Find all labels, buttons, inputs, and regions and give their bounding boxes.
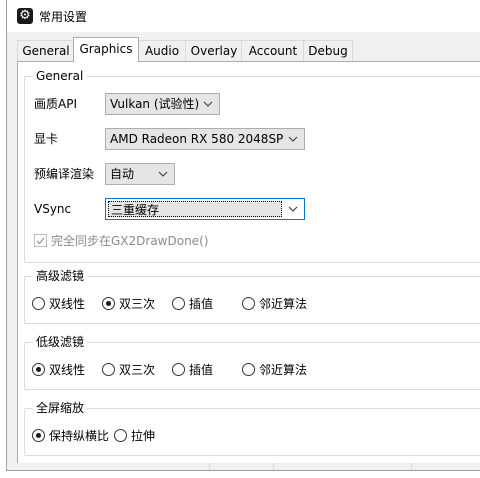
chevron-down-icon — [158, 171, 168, 177]
radio-label: 双三次 — [119, 297, 156, 311]
tab-general[interactable]: General — [17, 40, 75, 61]
general-group-title: General — [33, 69, 87, 83]
downscale-option-bilinear[interactable]: 双线性 — [32, 363, 85, 377]
chevron-down-icon — [288, 206, 298, 212]
precompile-select-value: 自动 — [110, 167, 135, 181]
upscale-option-nearest[interactable]: 邻近算法 — [242, 297, 307, 311]
divider — [273, 463, 274, 470]
chevron-down-icon — [203, 101, 213, 107]
fullscreen-scaling-group: 全屏缩放 保持纵横比 拉伸 — [24, 401, 480, 456]
upscale-filter-title: 高级滤镜 — [33, 269, 88, 283]
tab-debug[interactable]: Debug — [303, 40, 353, 61]
api-select[interactable]: Vulkan (试验性) — [105, 93, 220, 115]
radio-button[interactable] — [172, 297, 185, 310]
radio-label: 插值 — [189, 363, 214, 377]
window-title: 常用设置 — [39, 10, 88, 24]
upscale-filter-group: 高级滤镜 双线性 双三次 插值 邻近算法 — [24, 269, 480, 324]
radio-button[interactable] — [32, 297, 45, 310]
radio-button[interactable] — [32, 363, 45, 376]
chevron-down-icon — [288, 136, 298, 142]
tab-account[interactable]: Account — [241, 40, 305, 61]
gpu-select[interactable]: AMD Radeon RX 580 2048SP — [105, 128, 305, 150]
radio-label: 保持纵横比 — [49, 429, 110, 443]
settings-window: ⚙ 常用设置 General Graphics Audio Overlay Ac… — [6, 0, 480, 471]
upscale-option-bilinear[interactable]: 双线性 — [32, 297, 85, 311]
full-sync-checkbox-label: 完全同步在GX2DrawDone() — [51, 234, 209, 248]
precompile-select[interactable]: 自动 — [105, 163, 175, 185]
divider — [209, 463, 210, 470]
fullscreen-option-keep-aspect[interactable]: 保持纵横比 — [32, 429, 109, 443]
radio-button[interactable] — [102, 297, 115, 310]
radio-button[interactable] — [242, 297, 255, 310]
api-select-value: Vulkan (试验性) — [110, 97, 200, 111]
tab-bar: General Graphics Audio Overlay Account D… — [17, 37, 480, 62]
full-sync-checkbox-row[interactable]: 完全同步在GX2DrawDone() — [34, 234, 208, 248]
downscale-filter-group: 低级滤镜 双线性 双三次 插值 邻近算法 — [24, 335, 480, 390]
status-area — [7, 463, 480, 470]
precompile-label: 预编译渲染 — [34, 167, 95, 181]
radio-label: 双线性 — [49, 297, 86, 311]
vsync-select-value: 三重缓存 — [108, 201, 282, 217]
tab-graphics[interactable]: Graphics — [73, 37, 139, 62]
divider — [411, 463, 412, 470]
radio-label: 插值 — [189, 297, 214, 311]
tab-audio[interactable]: Audio — [137, 40, 187, 61]
gpu-label: 显卡 — [34, 132, 59, 146]
downscale-option-hermite[interactable]: 插值 — [172, 363, 213, 377]
graphics-panel: General 画质API Vulkan (试验性) 显卡 AMD Radeon… — [17, 61, 480, 465]
radio-label: 邻近算法 — [259, 363, 308, 377]
downscale-option-bicubic[interactable]: 双三次 — [102, 363, 155, 377]
title-bar[interactable]: ⚙ 常用设置 — [7, 0, 480, 32]
radio-label: 拉伸 — [131, 429, 156, 443]
downscale-filter-title: 低级滤镜 — [33, 335, 88, 349]
radio-button[interactable] — [114, 429, 127, 442]
radio-button[interactable] — [102, 363, 115, 376]
radio-label: 邻近算法 — [259, 297, 308, 311]
upscale-option-hermite[interactable]: 插值 — [172, 297, 213, 311]
radio-label: 双线性 — [49, 363, 86, 377]
vsync-select[interactable]: 三重缓存 — [105, 198, 305, 220]
api-label: 画质API — [34, 97, 77, 111]
gpu-select-value: AMD Radeon RX 580 2048SP — [110, 132, 284, 146]
fullscreen-option-stretch[interactable]: 拉伸 — [114, 429, 155, 443]
radio-button[interactable] — [172, 363, 185, 376]
upscale-option-bicubic[interactable]: 双三次 — [102, 297, 155, 311]
radio-button[interactable] — [32, 429, 45, 442]
full-sync-checkbox[interactable] — [34, 234, 47, 247]
checkmark-icon — [36, 237, 45, 245]
tab-overlay[interactable]: Overlay — [185, 40, 243, 61]
vsync-label: VSync — [34, 202, 72, 216]
fullscreen-scaling-title: 全屏缩放 — [33, 401, 88, 415]
radio-label: 双三次 — [119, 363, 156, 377]
radio-button[interactable] — [242, 363, 255, 376]
gear-icon: ⚙ — [17, 8, 33, 24]
general-group: General 画质API Vulkan (试验性) 显卡 AMD Radeon… — [24, 69, 480, 263]
downscale-option-nearest[interactable]: 邻近算法 — [242, 363, 307, 377]
